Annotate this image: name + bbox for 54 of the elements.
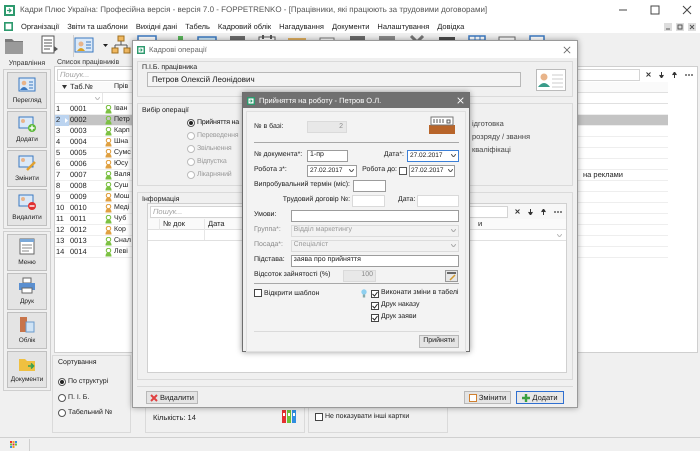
probation-field[interactable] bbox=[353, 180, 386, 192]
org-chart-icon[interactable] bbox=[111, 35, 131, 55]
arrow-down-icon[interactable] bbox=[528, 208, 533, 214]
checkbox-icon[interactable] bbox=[371, 302, 379, 310]
chevron-down-icon[interactable] bbox=[448, 169, 453, 172]
id-card-icon bbox=[18, 76, 36, 93]
grid-icon[interactable] bbox=[10, 441, 17, 448]
checkbox-icon[interactable] bbox=[315, 412, 323, 421]
checkbox-icon[interactable] bbox=[371, 290, 379, 298]
radio-icon[interactable] bbox=[58, 394, 66, 402]
books-icon[interactable] bbox=[282, 410, 297, 423]
chevron-down-icon[interactable] bbox=[349, 169, 354, 172]
maximize-icon[interactable] bbox=[650, 5, 660, 15]
id-card-icon[interactable] bbox=[74, 35, 94, 55]
window-title: Кадри Плюс Україна: Професійна версія - версія 7.0 - FOPPETRENKO - [Працівники, які працюють за трудовими договорами] bbox=[20, 4, 488, 16]
checkbox-icon[interactable] bbox=[371, 314, 379, 322]
card-pencil-icon bbox=[18, 154, 36, 171]
document-icon[interactable] bbox=[39, 35, 59, 55]
clear-icon[interactable] bbox=[646, 72, 651, 77]
restore-icon[interactable] bbox=[676, 22, 684, 30]
arrow-up-icon[interactable] bbox=[672, 72, 677, 78]
row-pointer-icon bbox=[65, 118, 68, 122]
contract-date-field[interactable] bbox=[417, 194, 459, 206]
checkbox[interactable] bbox=[399, 166, 407, 174]
card-minus-icon bbox=[18, 192, 36, 210]
name-field[interactable]: Петров Олексій Леонідович bbox=[147, 72, 521, 87]
close-icon[interactable] bbox=[682, 5, 692, 15]
card-plus-icon bbox=[18, 114, 36, 132]
clear-icon[interactable] bbox=[515, 209, 520, 214]
app-logo-icon bbox=[247, 96, 255, 104]
edit-icon bbox=[468, 394, 477, 402]
arrow-up-icon[interactable] bbox=[541, 208, 546, 214]
radio-icon[interactable] bbox=[187, 119, 195, 127]
conditions-field[interactable] bbox=[290, 210, 459, 222]
stamp-icon bbox=[428, 116, 456, 134]
plus-icon bbox=[522, 394, 530, 402]
calendar-edit-icon[interactable] bbox=[445, 270, 458, 282]
checkbox-icon[interactable] bbox=[254, 289, 262, 297]
arrow-down-icon[interactable] bbox=[659, 72, 664, 78]
sort-arrow-icon[interactable] bbox=[62, 85, 67, 89]
radio-icon[interactable] bbox=[58, 378, 66, 386]
binder-icon bbox=[18, 316, 36, 333]
cross-icon bbox=[150, 394, 158, 402]
app-logo-icon bbox=[137, 46, 145, 54]
minimize-icon[interactable] bbox=[664, 22, 672, 30]
app-logo-icon[interactable] bbox=[4, 22, 13, 31]
contract-number-field[interactable] bbox=[352, 194, 385, 206]
close-icon[interactable] bbox=[563, 46, 571, 54]
id-card-icon[interactable] bbox=[536, 69, 566, 91]
app-logo-icon bbox=[4, 4, 15, 16]
chevron-down-icon[interactable] bbox=[451, 154, 456, 157]
radio-icon[interactable] bbox=[58, 409, 66, 418]
close-icon[interactable] bbox=[688, 22, 696, 30]
form-icon bbox=[18, 238, 36, 255]
